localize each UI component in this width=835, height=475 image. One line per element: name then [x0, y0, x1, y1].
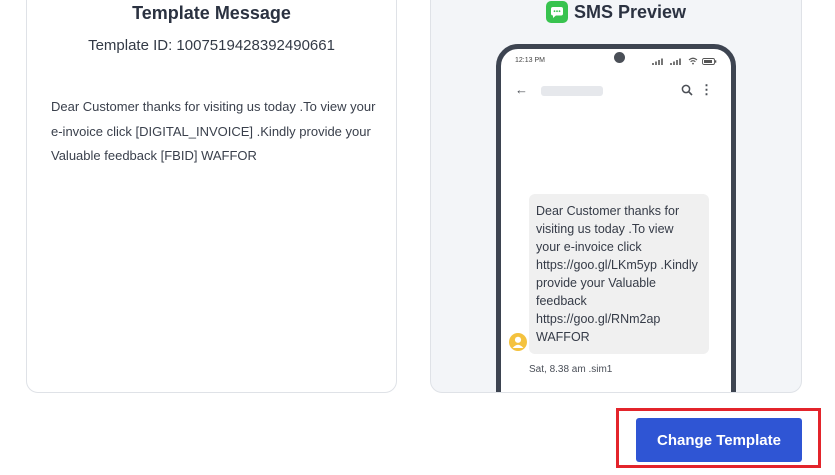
- message-timestamp: Sat, 8.38 am .sim1: [529, 364, 613, 375]
- message-bubble-icon: [545, 1, 568, 23]
- sms-preview-card: SMS Preview 12:13 PM ← ⋮ Dear Customer t…: [430, 0, 802, 393]
- phone-mockup: 12:13 PM ← ⋮ Dear Customer thanks for vi…: [496, 44, 736, 392]
- signal-icon: [652, 58, 663, 65]
- template-message-card: Template Message Template ID: 1007519428…: [26, 0, 397, 393]
- battery-icon: [702, 57, 717, 65]
- template-body-text: Dear Customer thanks for visiting us tod…: [51, 99, 376, 163]
- back-arrow-icon[interactable]: ←: [515, 82, 528, 97]
- template-id-text: Template ID: 1007519428392490661: [88, 37, 335, 54]
- more-options-icon[interactable]: ⋮: [700, 82, 713, 98]
- sms-message-bubble: Dear Customer thanks for visiting us tod…: [529, 194, 709, 354]
- status-time: 12:13 PM: [515, 57, 545, 64]
- status-icons: [652, 57, 717, 65]
- camera-icon: [614, 52, 625, 63]
- change-template-button[interactable]: Change Template: [636, 418, 802, 462]
- template-message-title: Template Message: [132, 3, 291, 23]
- signal-icon: [670, 58, 681, 65]
- search-icon[interactable]: [681, 83, 693, 101]
- sms-preview-header: SMS Preview: [431, 1, 801, 23]
- sms-preview-title: SMS Preview: [573, 1, 687, 22]
- conversation-app-bar: ← ⋮: [511, 82, 721, 102]
- sender-name-blurred: [541, 86, 603, 96]
- avatar: [509, 333, 527, 351]
- wifi-icon: [688, 57, 698, 65]
